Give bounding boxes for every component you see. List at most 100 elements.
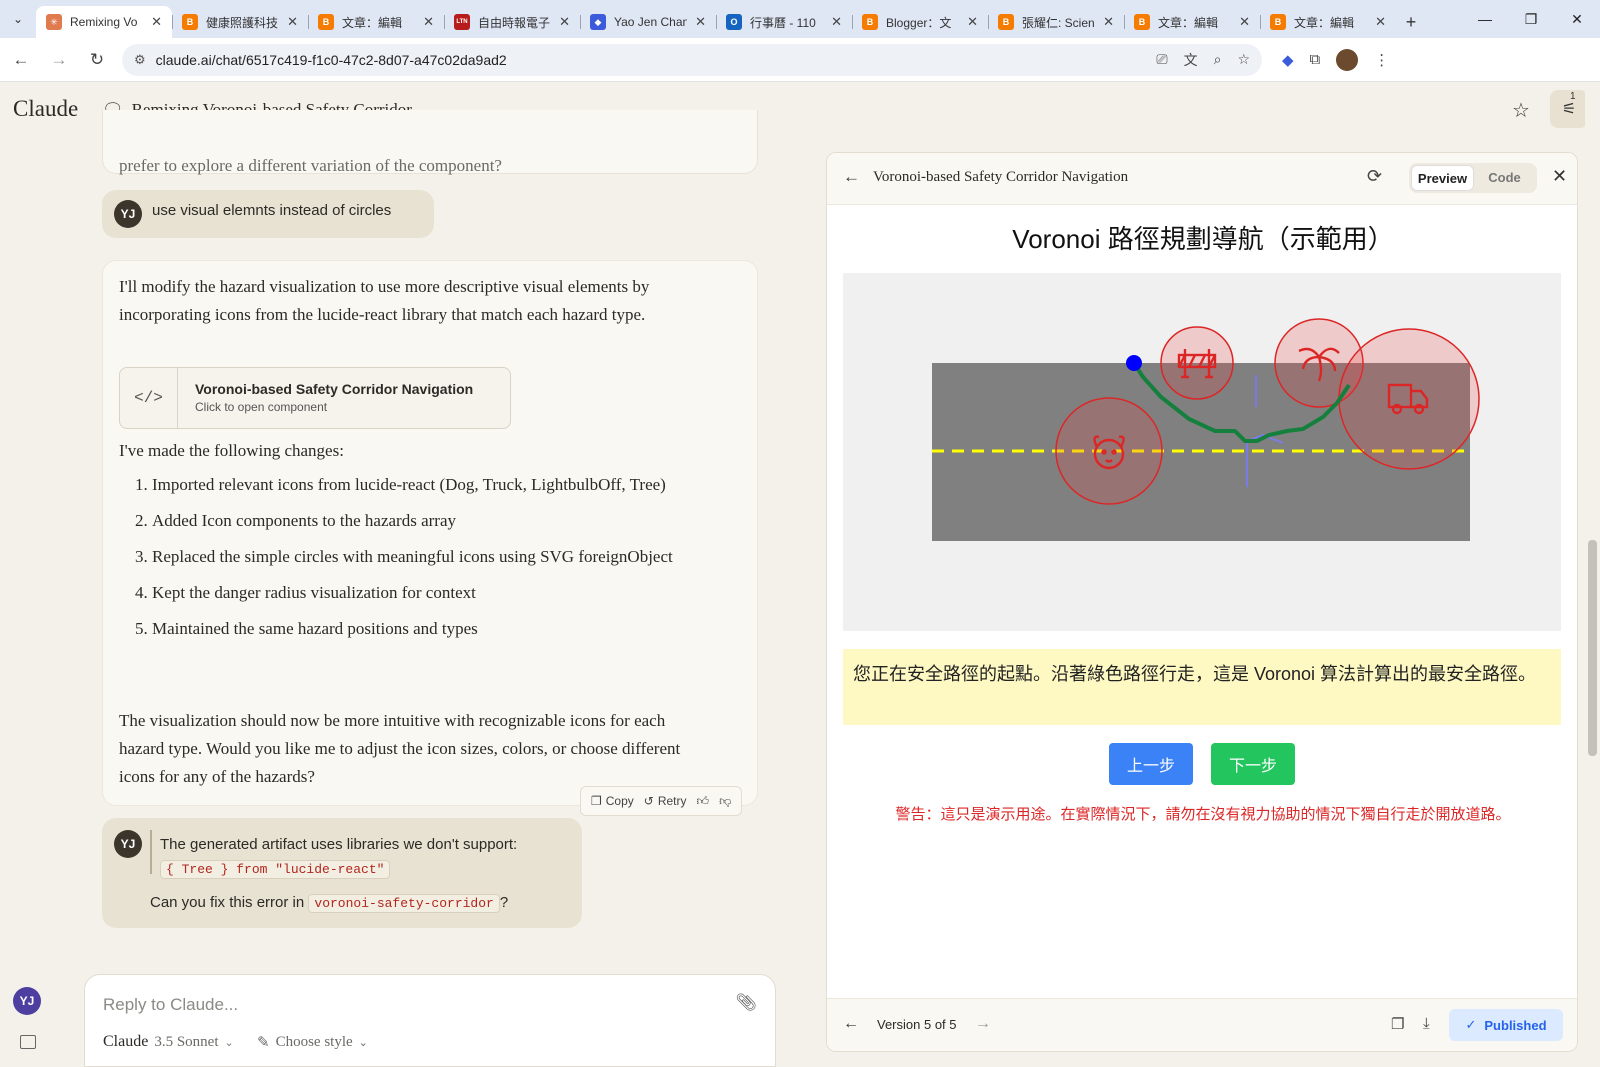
artifact-card-title: Voronoi-based Safety Corridor Navigation bbox=[195, 381, 474, 397]
thumbs-down-icon[interactable]: 👎︎ bbox=[719, 794, 731, 809]
star-icon[interactable]: ☆ bbox=[1512, 98, 1530, 123]
profile-avatar[interactable] bbox=[1336, 48, 1359, 71]
tab-preview[interactable]: Preview bbox=[1411, 165, 1474, 191]
paperclip-icon[interactable]: 📎︎ bbox=[735, 993, 757, 1013]
list-text: Kept the danger radius visualization for… bbox=[152, 583, 476, 602]
tab-favicon-icon: B bbox=[182, 14, 198, 30]
tab-code[interactable]: Code bbox=[1474, 165, 1535, 191]
forward-icon[interactable]: → bbox=[42, 43, 76, 77]
browser-tab[interactable]: B 張耀仁: Scien ✕ bbox=[988, 6, 1124, 38]
tab-title: 文章：編輯 bbox=[1294, 15, 1355, 30]
user-message-text: use visual elemnts instead of circles bbox=[152, 202, 392, 219]
error-line2: Can you fix this error in bbox=[150, 894, 305, 911]
tab-close-icon[interactable]: ✕ bbox=[287, 14, 298, 30]
back-arrow-icon[interactable]: ← bbox=[843, 167, 860, 187]
published-button[interactable]: ✓ Published bbox=[1449, 1009, 1563, 1041]
extension-icon[interactable]: ◆ bbox=[1282, 51, 1294, 69]
browser-tab[interactable]: ✳ Remixing Vo ✕ bbox=[36, 6, 172, 38]
browser-toolbar: ← → ↻ ⚙ claude.ai/chat/6517c419-f1c0-47c… bbox=[0, 38, 1600, 82]
tab-close-icon[interactable]: ✕ bbox=[151, 14, 162, 30]
tab-favicon-icon: ◆ bbox=[590, 14, 606, 30]
back-icon[interactable]: ← bbox=[4, 43, 38, 77]
retry-button[interactable]: ↺ Retry bbox=[644, 794, 687, 808]
close-window-icon[interactable]: ✕ bbox=[1554, 0, 1600, 38]
list-number: 5. bbox=[135, 619, 148, 638]
restore-icon[interactable]: ❐ bbox=[1508, 0, 1554, 38]
zoom-icon[interactable]: ⌕ bbox=[1214, 51, 1222, 68]
browser-tab[interactable]: B 文章：編輯 ✕ bbox=[1260, 6, 1396, 38]
next-version-icon[interactable]: → bbox=[975, 1015, 991, 1033]
tab-favicon-icon: B bbox=[1270, 14, 1286, 30]
browser-tab[interactable]: B Blogger：文 ✕ bbox=[852, 6, 988, 38]
download-icon[interactable]: ⤓ bbox=[1423, 1015, 1430, 1032]
list-item: 1. Imported relevant icons from lucide-re… bbox=[119, 471, 709, 499]
list-number: 2. bbox=[135, 511, 148, 530]
tab-search-icon[interactable]: ⌄ bbox=[0, 0, 36, 38]
voronoi-canvas bbox=[843, 273, 1561, 631]
ai-message: I'll modify the hazard visualization to … bbox=[102, 260, 758, 806]
tab-close-icon[interactable]: ✕ bbox=[1375, 14, 1386, 30]
browser-tab[interactable]: ◆ Yao Jen Chan ✕ bbox=[580, 6, 716, 38]
chat-thread: prefer to explore a different variation … bbox=[100, 82, 760, 962]
address-bar[interactable]: ⚙ claude.ai/chat/6517c419-f1c0-47c2-8d07… bbox=[122, 43, 1262, 76]
tab-close-icon[interactable]: ✕ bbox=[423, 14, 434, 30]
start-point bbox=[1126, 355, 1142, 371]
tab-close-icon[interactable]: ✕ bbox=[559, 14, 570, 30]
tab-title: 文章：編輯 bbox=[342, 15, 403, 30]
model-selector[interactable]: Claude 3.5 Sonnet ⌄ bbox=[103, 1033, 234, 1051]
account-avatar[interactable]: YJ bbox=[13, 987, 41, 1015]
install-app-icon[interactable]: ⎚ bbox=[1156, 51, 1167, 68]
bookmark-star-icon[interactable]: ☆ bbox=[1237, 51, 1250, 68]
thumbs-up-icon[interactable]: 👍︎ bbox=[697, 794, 710, 809]
refresh-icon[interactable]: ⟳ bbox=[1367, 166, 1382, 187]
hazard-radius bbox=[1160, 326, 1234, 400]
new-tab-button[interactable]: + bbox=[1396, 6, 1426, 38]
list-text: Replaced the simple circles with meaning… bbox=[152, 547, 673, 566]
tab-favicon-icon: B bbox=[1134, 14, 1150, 30]
browser-tab[interactable]: B 文章：編輯 ✕ bbox=[308, 6, 444, 38]
site-info-icon[interactable]: ⚙ bbox=[134, 52, 146, 68]
version-label: Version 5 of 5 bbox=[877, 1017, 957, 1032]
extensions-puzzle-icon[interactable]: ⧉ bbox=[1310, 51, 1321, 68]
copy-icon[interactable]: ❐ bbox=[1391, 1015, 1404, 1033]
scrollbar-thumb[interactable] bbox=[1588, 540, 1597, 756]
tab-title: Yao Jen Chan bbox=[614, 15, 688, 29]
browser-tab[interactable]: LTN 自由時報電子 ✕ bbox=[444, 6, 580, 38]
tab-title: 健康照護科技 bbox=[206, 15, 279, 30]
changes-lead: I've made the following changes: bbox=[119, 441, 344, 460]
tab-close-icon[interactable]: ✕ bbox=[831, 14, 842, 30]
tab-close-icon[interactable]: ✕ bbox=[695, 14, 706, 30]
sidebar-toggle-icon[interactable] bbox=[20, 1035, 36, 1049]
previous-version-icon[interactable]: ← bbox=[843, 1015, 859, 1033]
copy-button[interactable]: ❐ Copy bbox=[591, 794, 634, 808]
composer: Reply to Claude... 📎︎ Claude 3.5 Sonnet … bbox=[84, 974, 776, 1067]
settings-sliders-icon[interactable]: ⚟ bbox=[1550, 90, 1588, 128]
reload-icon[interactable]: ↻ bbox=[80, 43, 114, 77]
tab-title: 文章：編輯 bbox=[1158, 15, 1219, 30]
tab-close-icon[interactable]: ✕ bbox=[1239, 14, 1250, 30]
demo-title: Voronoi 路徑規劃導航（示範用） bbox=[1012, 224, 1394, 254]
reply-input[interactable]: Reply to Claude... bbox=[103, 995, 238, 1015]
translate-icon[interactable]: 文 bbox=[1184, 50, 1198, 70]
close-icon[interactable]: ✕ bbox=[1552, 166, 1567, 187]
tab-close-icon[interactable]: ✕ bbox=[1103, 14, 1114, 30]
artifact-id-chip: voronoi-safety-corridor bbox=[308, 894, 500, 913]
browser-menu-icon[interactable]: ⋮ bbox=[1374, 51, 1389, 69]
tab-favicon-icon: O bbox=[726, 14, 742, 30]
minimize-icon[interactable]: — bbox=[1462, 0, 1508, 38]
claude-logo[interactable]: Claude bbox=[13, 96, 78, 122]
list-item: 3. Replaced the simple circles with meani… bbox=[119, 543, 709, 571]
browser-tab[interactable]: O 行事曆 - 110 ✕ bbox=[716, 6, 852, 38]
tab-close-icon[interactable]: ✕ bbox=[967, 14, 978, 30]
browser-tab[interactable]: B 文章：編輯 ✕ bbox=[1124, 6, 1260, 38]
browser-tab[interactable]: B 健康照護科技 ✕ bbox=[172, 6, 308, 38]
hazard-roadblock bbox=[1160, 326, 1234, 400]
hazard-radius bbox=[1055, 397, 1163, 505]
next-step-button[interactable]: 下一步 bbox=[1211, 743, 1295, 785]
hazard-truck bbox=[1338, 328, 1480, 470]
window-controls: — ❐ ✕ bbox=[1462, 0, 1600, 38]
style-selector[interactable]: ✎ Choose style ⌄ bbox=[257, 1033, 368, 1052]
artifact-card[interactable]: </> Voronoi-based Safety Corridor Naviga… bbox=[119, 367, 511, 429]
tab-favicon-icon: ✳ bbox=[46, 14, 62, 30]
previous-step-button[interactable]: 上一步 bbox=[1109, 743, 1193, 785]
